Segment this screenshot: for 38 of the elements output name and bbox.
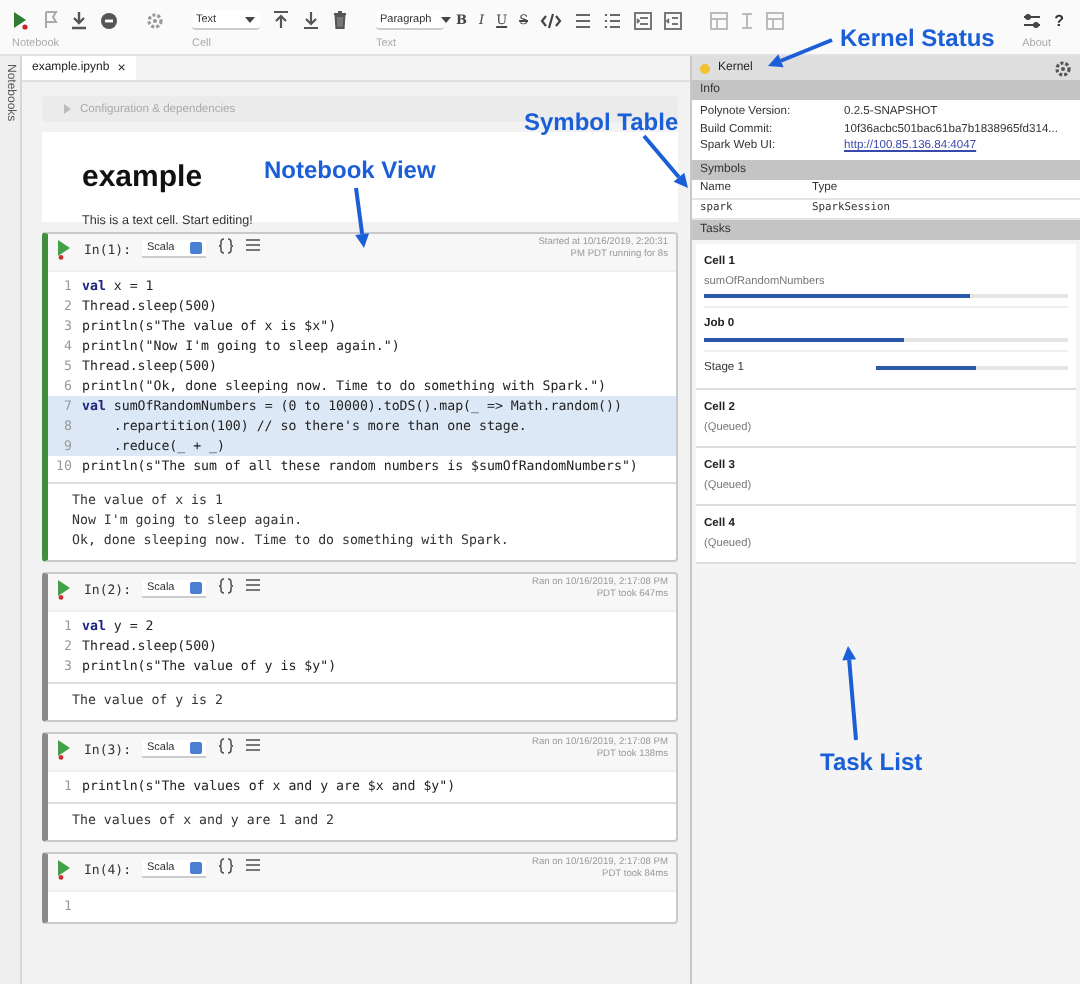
cell-heading: example <box>82 160 203 194</box>
run-cell-icon[interactable] <box>56 858 72 880</box>
braces-icon[interactable] <box>218 858 235 874</box>
caret-right-icon <box>62 104 72 114</box>
select-handle-icon <box>190 742 203 754</box>
run-cell-icon[interactable] <box>56 238 72 260</box>
menu-icon[interactable] <box>246 738 261 752</box>
select-handle-icon <box>190 582 203 594</box>
insert-above-icon[interactable] <box>272 10 290 30</box>
settings-icon[interactable] <box>146 11 164 29</box>
download-icon[interactable] <box>70 10 88 30</box>
braces-icon[interactable] <box>218 738 235 754</box>
menu-icon[interactable] <box>246 238 261 252</box>
list-icon[interactable] <box>574 11 593 29</box>
annotation-label: Kernel Status <box>840 24 995 52</box>
help-button[interactable]: ? <box>1054 11 1064 29</box>
stop-icon[interactable] <box>100 11 118 29</box>
code-icon[interactable] <box>540 11 563 29</box>
select-handle-icon <box>190 862 203 874</box>
settings-icon[interactable] <box>1054 59 1072 77</box>
trash-icon[interactable] <box>332 10 348 30</box>
insert-below-icon[interactable] <box>302 10 320 30</box>
braces-icon[interactable] <box>218 578 235 594</box>
braces-icon[interactable] <box>218 238 235 254</box>
sliders-icon[interactable] <box>1022 11 1043 29</box>
outdent-icon[interactable] <box>664 11 683 29</box>
numbered-list-icon[interactable] <box>604 11 623 29</box>
caret-icon <box>244 15 256 23</box>
run-cell-icon[interactable] <box>56 738 72 760</box>
select-handle-icon <box>190 242 203 254</box>
menu-icon[interactable] <box>246 578 261 592</box>
annotation-label: Task List <box>820 748 923 776</box>
indent-icon[interactable] <box>634 11 653 29</box>
menu-icon[interactable] <box>246 858 261 872</box>
run-all-icon[interactable] <box>12 10 30 30</box>
caret-icon <box>439 15 452 23</box>
annotation-label: Notebook View <box>264 156 436 184</box>
run-cell-icon[interactable] <box>56 578 72 600</box>
